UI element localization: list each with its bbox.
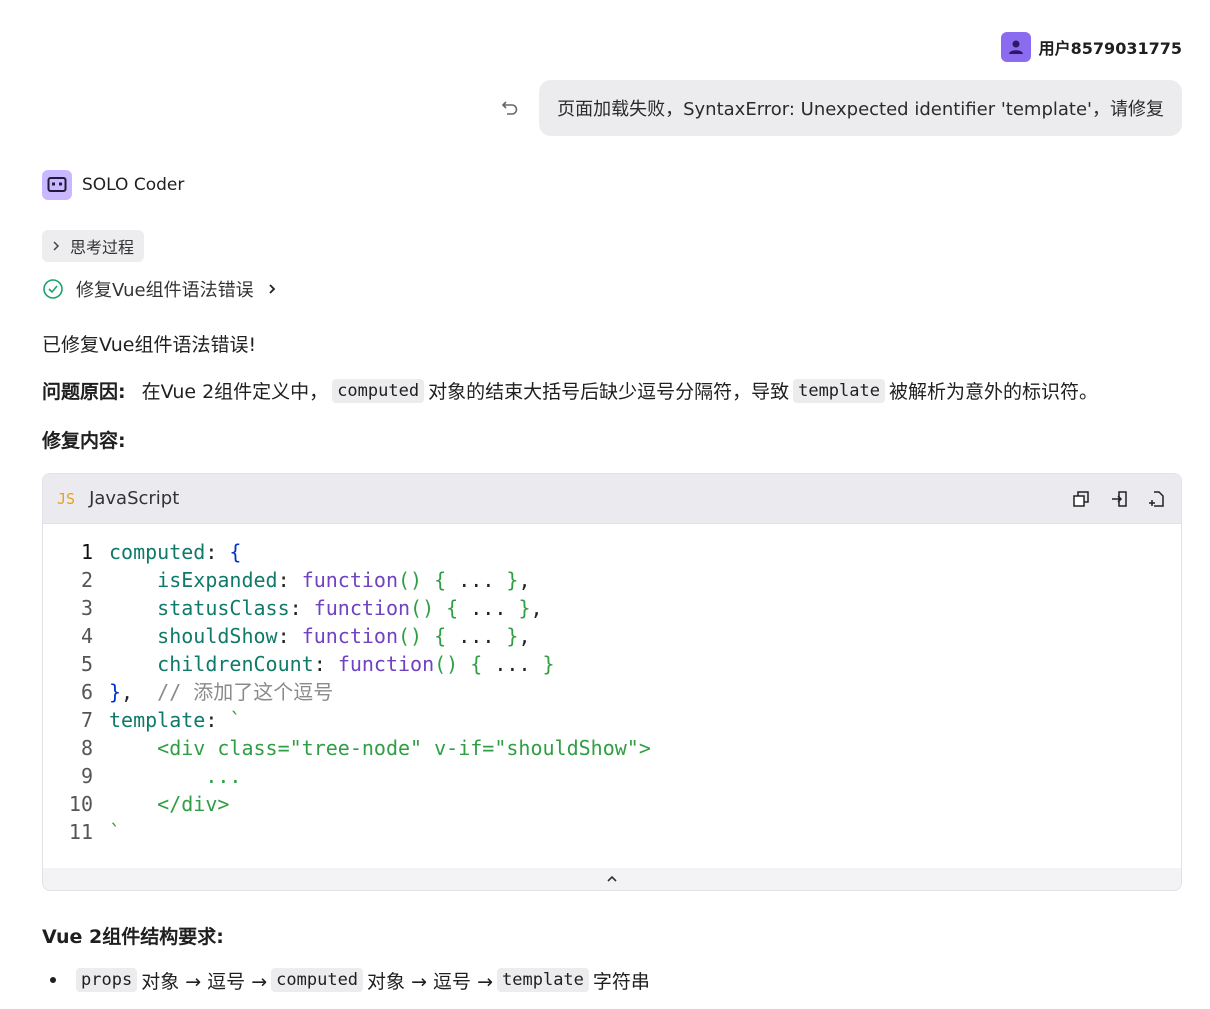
insert-icon[interactable] xyxy=(1109,489,1129,509)
code-line: 5 childrenCount: function() { ... } xyxy=(43,650,555,678)
code-comment: // 添加了这个逗号 xyxy=(157,680,334,704)
code-token: </div> xyxy=(157,792,230,816)
code-line: 8 <div class="tree-node" v-if="shouldSho… xyxy=(43,734,651,762)
agent-avatar xyxy=(42,170,72,200)
cause-text-pre: 在Vue 2组件定义中， xyxy=(141,381,329,403)
code-token: function xyxy=(301,568,399,592)
thinking-label: 思考过程 xyxy=(70,238,135,257)
code-token: statusClass xyxy=(157,596,290,620)
code-line: 9 ... xyxy=(43,762,242,790)
line-number: 2 xyxy=(80,568,93,592)
collapse-code-button[interactable] xyxy=(43,868,1181,890)
undo-icon[interactable] xyxy=(499,97,521,119)
inline-code-template: template xyxy=(793,378,885,403)
fix-heading: 修复内容: xyxy=(42,430,126,452)
cause-label: 问题原因: xyxy=(42,381,126,403)
line-number: 1 xyxy=(80,540,93,564)
user-header: 用户8579031775 xyxy=(1000,32,1182,62)
code-token: ` xyxy=(109,820,122,844)
inline-code-props: props xyxy=(76,968,138,992)
code-line: 4 shouldShow: function() { ... }, xyxy=(43,622,531,650)
line-number: 4 xyxy=(80,624,93,648)
cause-text-post: 被解析为意外的标识符。 xyxy=(888,381,1098,403)
robot-icon xyxy=(47,177,67,192)
code-line: 6}, // 添加了这个逗号 xyxy=(43,678,333,706)
structure-heading: Vue 2组件结构要求: xyxy=(42,926,224,948)
code-token: isExpanded xyxy=(157,568,278,592)
task-item[interactable]: 修复Vue组件语法错误 xyxy=(42,276,278,302)
code-header: JS JavaScript xyxy=(43,474,1181,524)
code-token: function xyxy=(337,652,435,676)
user-message-row: 页面加载失败，SyntaxError: Unexpected identifie… xyxy=(499,80,1182,136)
line-number: 3 xyxy=(80,596,93,620)
code-actions xyxy=(1071,489,1167,509)
bullet-text: 对象 → 逗号 → xyxy=(367,970,494,993)
inline-code-template: template xyxy=(497,968,589,992)
line-number: 10 xyxy=(68,792,93,816)
chevron-up-icon xyxy=(607,875,617,882)
line-number: 6 xyxy=(80,680,93,704)
js-icon: JS xyxy=(57,489,76,508)
code-line: 1 computed: { xyxy=(43,538,242,566)
code-token: shouldShow xyxy=(157,624,278,648)
code-token: childrenCount xyxy=(157,652,314,676)
code-line: 10 </div> xyxy=(43,790,230,818)
bullet-text: 字符串 xyxy=(592,970,650,993)
code-language: JavaScript xyxy=(89,488,180,509)
user-icon xyxy=(1008,40,1023,54)
username: 用户8579031775 xyxy=(1038,39,1182,58)
task-label: 修复Vue组件语法错误 xyxy=(76,280,254,301)
list-item: props 对象 → 逗号 → computed 对象 → 逗号 → templ… xyxy=(50,966,650,994)
line-number: 5 xyxy=(80,652,93,676)
fixed-message: 已修复Vue组件语法错误! xyxy=(42,334,257,356)
code-line: 2 isExpanded: function() { ... }, xyxy=(43,566,531,594)
agent-header: SOLO Coder xyxy=(42,170,184,200)
code-line: 3 statusClass: function() { ... }, xyxy=(43,594,543,622)
inline-code-computed: computed xyxy=(271,968,364,992)
user-avatar xyxy=(1000,32,1031,62)
inline-code-computed: computed xyxy=(332,378,425,403)
code-token: function xyxy=(313,596,411,620)
new-file-icon[interactable] xyxy=(1147,489,1167,509)
check-circle-icon xyxy=(43,279,63,299)
code-token: function xyxy=(301,624,399,648)
agent-name: SOLO Coder xyxy=(82,175,185,195)
bullet-dot xyxy=(50,977,56,983)
line-number: 11 xyxy=(68,820,93,844)
code-token: template xyxy=(109,708,206,732)
code-line: 11 ` xyxy=(43,818,121,846)
cause-text-mid: 对象的结束大括号后缺少逗号分隔符，导致 xyxy=(428,381,790,403)
cause-paragraph: 问题原因: 在Vue 2组件定义中， computed 对象的结束大括号后缺少逗… xyxy=(42,377,1098,404)
user-message-bubble: 页面加载失败，SyntaxError: Unexpected identifie… xyxy=(539,80,1182,136)
code-token: computed xyxy=(109,540,206,564)
chevron-right-icon xyxy=(268,284,275,294)
bullet-text: 对象 → 逗号 → xyxy=(141,970,268,993)
code-line: 7 template: ` xyxy=(43,706,242,734)
copy-icon[interactable] xyxy=(1071,489,1091,509)
line-number: 8 xyxy=(80,736,93,760)
line-number: 7 xyxy=(80,708,93,732)
thinking-toggle[interactable]: 思考过程 xyxy=(42,230,145,262)
code-token: ... xyxy=(205,764,242,788)
chevron-right-icon xyxy=(53,241,60,251)
code-token: <div class="tree-node" v-if="shouldShow"… xyxy=(157,736,651,760)
line-number: 9 xyxy=(80,764,93,788)
code-body: 1 computed: { 2 isExpanded: function() { … xyxy=(43,524,1181,868)
code-block: JS JavaScript 1 computed: { 2 isExpanded:… xyxy=(42,473,1182,891)
